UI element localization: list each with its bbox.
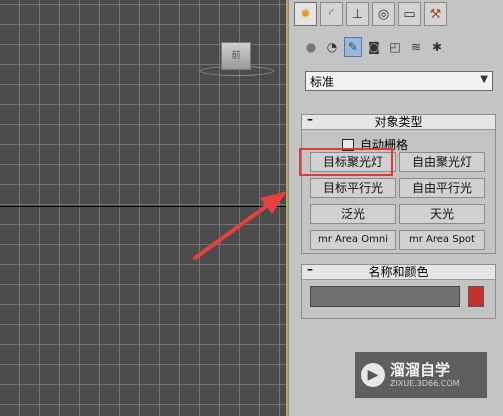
utilities-icon: ⚒ xyxy=(429,6,442,22)
helpers-icon: ◰ xyxy=(389,40,401,54)
object-type-rollout: – 对象类型 自动栅格 目标聚光灯 自由聚光灯 目标平行光 自由平行光 泛光 天… xyxy=(299,112,496,254)
geometry-button[interactable]: ● xyxy=(302,37,320,57)
hierarchy-icon: ⊥ xyxy=(351,6,364,22)
category-dropdown[interactable]: 标准 ▼ xyxy=(305,71,493,91)
highlight-box xyxy=(299,148,393,176)
name-color-title: 名称和颜色 xyxy=(368,265,429,279)
create-category-buttons: ● ◔ ✎ ◙ ◰ ≋ ✱ xyxy=(302,37,446,57)
object-type-rollout-header[interactable]: – 对象类型 xyxy=(302,112,495,130)
chevron-down-icon: ▼ xyxy=(480,74,488,85)
systems-button[interactable]: ✱ xyxy=(428,37,446,57)
active-viewport-border xyxy=(286,0,288,416)
space-warps-icon: ≋ xyxy=(410,40,422,54)
target-direct-button[interactable]: 目标平行光 xyxy=(310,178,396,198)
create-icon: ✸ xyxy=(300,6,311,22)
display-icon: ▭ xyxy=(403,6,416,22)
space-warps-button[interactable]: ≋ xyxy=(407,37,425,57)
cameras-button[interactable]: ◙ xyxy=(365,37,383,57)
viewcube[interactable]: 前 xyxy=(221,42,251,70)
name-color-rollout: – 名称和颜色 xyxy=(301,262,496,319)
object-color-swatch[interactable] xyxy=(468,286,484,307)
play-logo-icon: ▶ xyxy=(361,363,385,387)
omni-button[interactable]: 泛光 xyxy=(310,204,396,224)
cameras-icon: ◙ xyxy=(368,40,380,54)
geometry-icon: ● xyxy=(305,40,317,54)
hierarchy-tab[interactable]: ⊥ xyxy=(346,2,369,26)
category-dropdown-value: 标准 xyxy=(310,74,335,89)
motion-tab[interactable]: ◎ xyxy=(372,2,395,26)
free-direct-button[interactable]: 自由平行光 xyxy=(399,178,485,198)
name-color-rollout-header[interactable]: – 名称和颜色 xyxy=(302,262,495,280)
shapes-icon: ◔ xyxy=(326,40,338,54)
modify-icon: ◜ xyxy=(328,6,335,22)
mr-area-omni-button[interactable]: mr Area Omni xyxy=(310,230,396,250)
skylight-button[interactable]: 天光 xyxy=(399,204,485,224)
utilities-tab[interactable]: ⚒ xyxy=(424,2,447,26)
display-tab[interactable]: ▭ xyxy=(398,2,421,26)
lights-icon: ✎ xyxy=(347,40,359,54)
watermark: ▶ 溜溜自学 ZIXUE.3D66.COM xyxy=(355,352,487,398)
watermark-title: 溜溜自学 xyxy=(390,361,451,379)
mr-area-spot-button[interactable]: mr Area Spot xyxy=(399,230,485,250)
shapes-button[interactable]: ◔ xyxy=(323,37,341,57)
collapse-icon: – xyxy=(307,112,313,126)
watermark-subtitle: ZIXUE.3D66.COM xyxy=(390,379,460,388)
create-tab[interactable]: ✸ xyxy=(294,2,317,26)
systems-icon: ✱ xyxy=(431,40,443,54)
watermark-text: 溜溜自学 ZIXUE.3D66.COM xyxy=(390,361,460,389)
motion-icon: ◎ xyxy=(377,6,390,22)
object-name-field[interactable] xyxy=(310,286,460,307)
modify-tab[interactable]: ◜ xyxy=(320,2,343,26)
helpers-button[interactable]: ◰ xyxy=(386,37,404,57)
object-type-title: 对象类型 xyxy=(374,115,423,129)
free-spot-button[interactable]: 自由聚光灯 xyxy=(399,152,485,172)
horizon-axis-line xyxy=(0,206,288,207)
collapse-icon: – xyxy=(307,262,313,276)
lights-button[interactable]: ✎ xyxy=(344,37,362,57)
command-panel-tabs: ✸ ◜ ⊥ ◎ ▭ ⚒ xyxy=(294,2,447,28)
perspective-viewport[interactable]: 前 xyxy=(0,0,289,416)
